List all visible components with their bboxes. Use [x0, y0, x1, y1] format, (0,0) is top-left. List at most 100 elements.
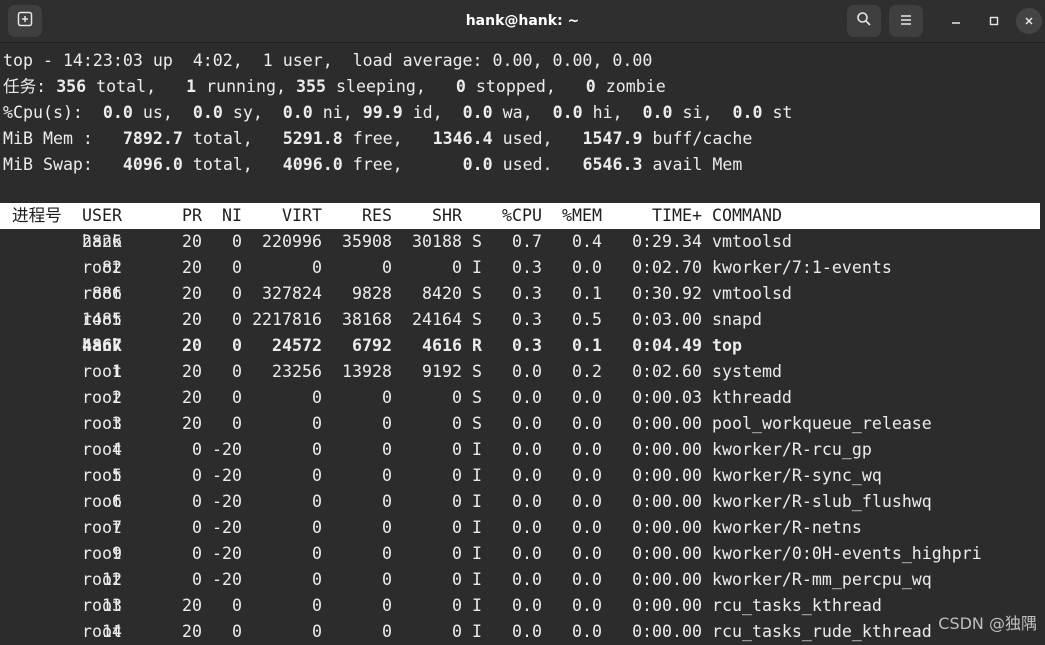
cell-user: root: [82, 414, 122, 433]
swap-label: MiB Swap:: [3, 155, 93, 174]
process-row: 5 root 0 -20 0 0 0 I 0.0 0.0 0:00.00 kworker/R-sync…: [0, 463, 1040, 489]
col-pr[interactable]: PR: [162, 203, 202, 229]
cell-pr: 20: [182, 388, 202, 407]
cell-mem: 0.0: [572, 388, 602, 407]
tasks-line: 任务: 356 total, 1 running, 355 sleeping, …: [3, 74, 666, 100]
mem-line: MiB Mem : 7892.7 total, 5291.8 free, 134…: [3, 129, 753, 148]
col-user[interactable]: USER: [82, 203, 122, 229]
cell-user: root: [82, 466, 122, 485]
cell-time: 0:00.00: [632, 440, 702, 459]
cell-shr: 9192: [422, 362, 462, 381]
cell-time: 0:00.00: [632, 492, 702, 511]
cell-virt: 2217816: [252, 310, 322, 329]
cell-virt: 24572: [272, 336, 322, 355]
cell-shr: 24164: [412, 310, 462, 329]
cell-res: 35908: [342, 232, 392, 251]
cell-shr: 0: [452, 622, 462, 641]
process-row: 2826 hank 20 0 220996 35908 30188 S 0.7 0.4 0:29.3…: [0, 229, 1040, 255]
process-row: 886 root 20 0 327824 9828 8420 S 0.3 0.1 0:30.92 vm…: [0, 281, 1040, 307]
cell-ni: -20: [212, 466, 242, 485]
cell-pr: 0: [192, 570, 202, 589]
search-icon: [856, 11, 872, 31]
tasks-stopped: 0: [455, 77, 466, 96]
close-button[interactable]: [1016, 8, 1042, 34]
cell-time: 0:02.60: [632, 362, 702, 381]
tasks-sleeping: 355: [296, 77, 326, 96]
cell-res: 0: [382, 518, 392, 537]
cell-time: 0:00.00: [632, 596, 702, 615]
col-shr[interactable]: SHR: [392, 203, 462, 229]
cell-virt: 0: [312, 440, 322, 459]
cell-mem: 0.0: [572, 466, 602, 485]
cell-pr: 20: [182, 596, 202, 615]
cell-command: top: [712, 336, 742, 355]
cell-cpu: 0.0: [512, 466, 542, 485]
tasks-total-label: total,: [86, 77, 157, 96]
close-icon: [1023, 12, 1035, 31]
window-titlebar: hank@hank: ~: [0, 0, 1045, 43]
cell-user: hank: [82, 336, 122, 355]
cell-res: 0: [382, 388, 392, 407]
cell-virt: 0: [312, 544, 322, 563]
cell-command: snapd: [712, 310, 762, 329]
swap-free: 4096.0: [282, 155, 343, 174]
cell-virt: 0: [312, 258, 322, 277]
col-ni[interactable]: NI: [202, 203, 242, 229]
mem-label: MiB Mem :: [3, 129, 93, 148]
cell-virt: 327824: [262, 284, 322, 303]
cell-command: pool_workqueue_release: [712, 414, 932, 433]
cell-cpu: 0.0: [512, 518, 542, 537]
cell-cpu: 0.0: [512, 492, 542, 511]
cell-time: 0:03.00: [632, 310, 702, 329]
cell-mem: 0.0: [572, 440, 602, 459]
cell-user: root: [82, 622, 122, 641]
tasks-running-label: running,: [196, 77, 287, 96]
cell-ni: 0: [232, 362, 242, 381]
search-button[interactable]: [847, 5, 881, 37]
menu-button[interactable]: [889, 5, 923, 37]
cpu-si: 0.0: [642, 103, 673, 122]
cell-ni: 0: [232, 232, 242, 251]
maximize-button[interactable]: [981, 8, 1007, 34]
cell-mem: 0.1: [572, 284, 602, 303]
col-virt[interactable]: VIRT: [242, 203, 322, 229]
cell-cpu: 0.3: [512, 284, 542, 303]
cell-command: kthreadd: [712, 388, 792, 407]
cell-mem: 0.5: [572, 310, 602, 329]
cell-ni: 0: [232, 414, 242, 433]
cell-mem: 0.0: [572, 492, 602, 511]
cpu-label: %Cpu(s):: [3, 103, 83, 122]
minimize-button[interactable]: [943, 8, 969, 34]
cell-virt: 0: [312, 414, 322, 433]
col-mem[interactable]: %MEM: [542, 203, 602, 229]
cell-ni: -20: [212, 518, 242, 537]
cell-cpu: 0.3: [512, 336, 542, 355]
cell-virt: 23256: [272, 362, 322, 381]
cell-mem: 0.4: [572, 232, 602, 251]
cell-virt: 0: [312, 518, 322, 537]
col-time[interactable]: TIME+: [612, 203, 702, 229]
cell-time: 0:00.00: [632, 622, 702, 641]
maximize-icon: [988, 12, 1000, 31]
col-command[interactable]: COMMAND: [712, 203, 782, 229]
cell-shr: 0: [452, 518, 462, 537]
cell-cpu: 0.0: [512, 596, 542, 615]
swap-avail: 6546.3: [582, 155, 643, 174]
cell-ni: -20: [212, 492, 242, 511]
cell-shr: 0: [452, 596, 462, 615]
col-res[interactable]: RES: [322, 203, 392, 229]
cell-ni: 0: [232, 622, 242, 641]
col-pid[interactable]: 进程号: [12, 203, 62, 229]
cell-user: root: [82, 544, 122, 563]
cell-shr: 0: [452, 258, 462, 277]
cell-res: 0: [382, 440, 392, 459]
terminal-body[interactable]: top - 14:23:03 up 4:02, 1 user, load ave…: [0, 43, 1045, 641]
cell-cpu: 0.0: [512, 440, 542, 459]
cell-mem: 0.0: [572, 544, 602, 563]
uptime-line: top - 14:23:03 up 4:02, 1 user, load ave…: [3, 51, 653, 70]
hamburger-menu-icon: [899, 12, 913, 31]
col-cpu[interactable]: %CPU: [482, 203, 542, 229]
cell-mem: 0.0: [572, 622, 602, 641]
minimize-icon: [950, 12, 962, 31]
cell-cpu: 0.0: [512, 544, 542, 563]
